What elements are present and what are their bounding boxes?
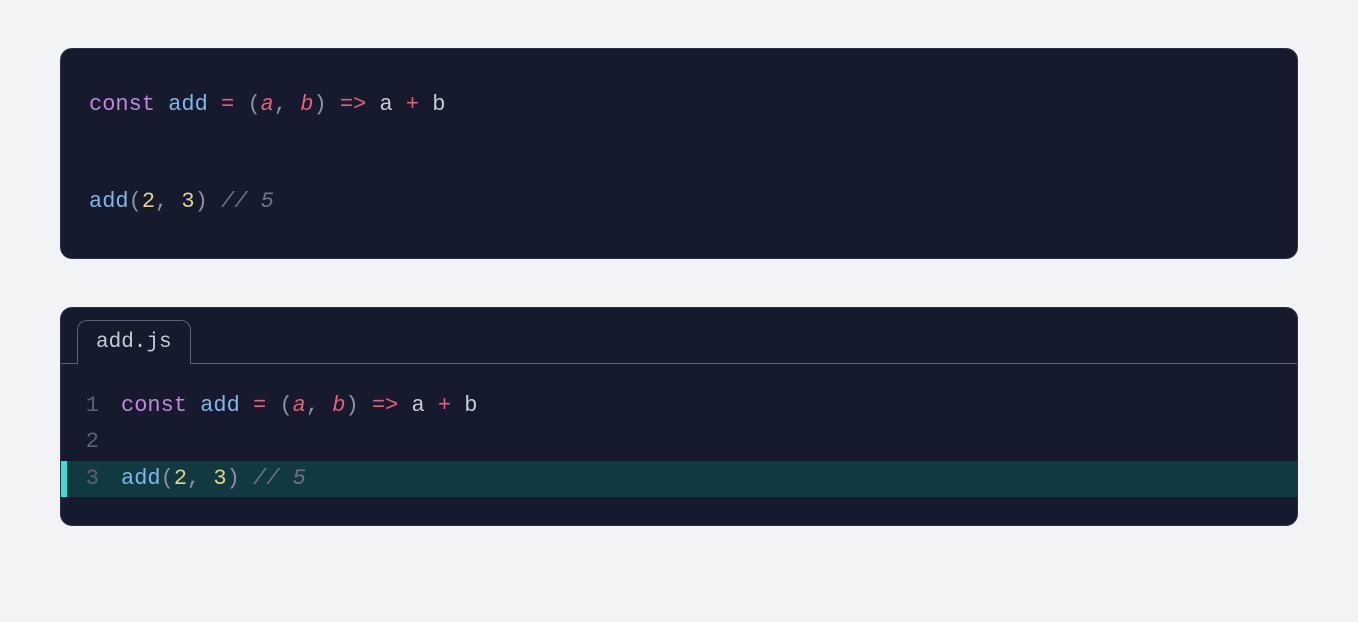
code-line: const add = (a, b) => a + b — [89, 81, 1269, 129]
token-param: b — [332, 393, 345, 418]
token-space — [359, 393, 372, 418]
token-fn-call: add — [89, 189, 129, 214]
token-space — [451, 393, 464, 418]
token-number: 2 — [142, 189, 155, 214]
token-comment: // 5 — [221, 189, 274, 214]
token-param: b — [300, 92, 313, 117]
token-space — [234, 92, 247, 117]
token-comma: , — [187, 466, 200, 491]
line-number: 2 — [61, 424, 121, 460]
token-space — [200, 466, 213, 491]
token-space — [240, 393, 253, 418]
tab-bar: add.js — [61, 308, 1297, 364]
token-paren-close: ) — [227, 466, 240, 491]
token-plus: + — [438, 393, 451, 418]
token-identifier: add — [200, 393, 240, 418]
token-arrow: => — [340, 92, 366, 117]
token-arrow: => — [372, 393, 398, 418]
code-line-empty — [89, 129, 1269, 177]
token-paren-close: ) — [313, 92, 326, 117]
code-line-highlighted: 3 add(2, 3) // 5 — [61, 461, 1297, 497]
token-space — [287, 92, 300, 117]
token-paren-open: ( — [161, 466, 174, 491]
token-comma: , — [274, 92, 287, 117]
token-keyword: const — [89, 92, 155, 117]
token-identifier: b — [464, 393, 477, 418]
token-space — [366, 92, 379, 117]
token-comma: , — [155, 189, 168, 214]
token-number: 2 — [174, 466, 187, 491]
code-block-tabbed: add.js 1 const add = (a, b) => a + b 2 3… — [60, 307, 1298, 526]
token-paren-open: ( — [279, 393, 292, 418]
token-identifier: a — [411, 393, 424, 418]
token-paren-open: ( — [129, 189, 142, 214]
token-keyword: const — [121, 393, 187, 418]
token-comma: , — [306, 393, 319, 418]
code-body: 1 const add = (a, b) => a + b 2 3 add(2,… — [61, 364, 1297, 525]
code-block-simple: const add = (a, b) => a + b add(2, 3) //… — [60, 48, 1298, 259]
token-paren-close: ) — [345, 393, 358, 418]
token-space — [187, 393, 200, 418]
code-line: 1 const add = (a, b) => a + b — [61, 388, 1297, 424]
token-space — [327, 92, 340, 117]
token-space — [168, 189, 181, 214]
token-space — [208, 92, 221, 117]
tab-file[interactable]: add.js — [77, 320, 191, 364]
token-space — [398, 393, 411, 418]
token-number: 3 — [181, 189, 194, 214]
token-identifier: a — [379, 92, 392, 117]
line-number: 1 — [61, 388, 121, 424]
token-equals: = — [221, 92, 234, 117]
token-space — [155, 92, 168, 117]
token-space — [393, 92, 406, 117]
code-line: add(2, 3) // 5 — [89, 178, 1269, 226]
token-fn-call: add — [121, 466, 161, 491]
token-space — [419, 92, 432, 117]
token-identifier: add — [168, 92, 208, 117]
token-space — [425, 393, 438, 418]
token-space — [208, 189, 221, 214]
code-line-empty: 2 — [61, 424, 1297, 460]
token-paren-open: ( — [247, 92, 260, 117]
token-space — [240, 466, 253, 491]
token-number: 3 — [213, 466, 226, 491]
token-plus: + — [406, 92, 419, 117]
token-space — [266, 393, 279, 418]
token-equals: = — [253, 393, 266, 418]
token-param: a — [261, 92, 274, 117]
token-space — [319, 393, 332, 418]
token-comment: // 5 — [253, 466, 306, 491]
line-number: 3 — [61, 461, 121, 497]
token-param: a — [293, 393, 306, 418]
token-identifier: b — [432, 92, 445, 117]
token-paren-close: ) — [195, 189, 208, 214]
